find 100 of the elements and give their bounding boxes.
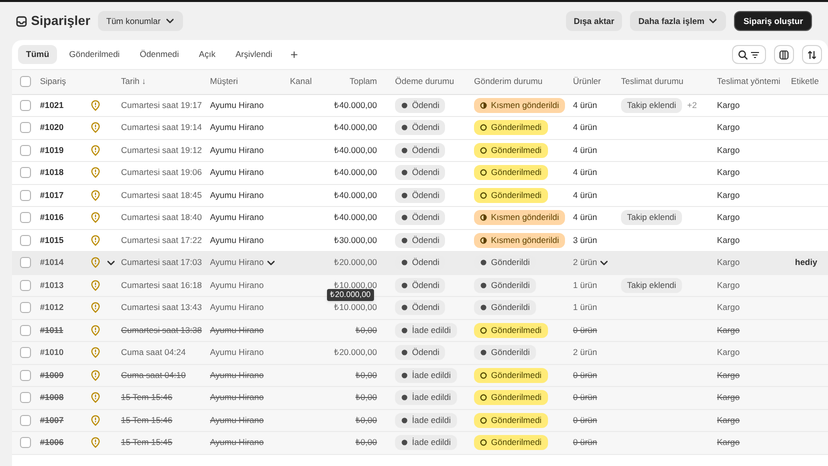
order-number[interactable]: #1019 bbox=[40, 144, 64, 155]
column-header[interactable]: Müşteri bbox=[210, 76, 238, 86]
more-actions-button[interactable]: Daha fazla işlem bbox=[630, 11, 726, 31]
order-number[interactable]: #1020 bbox=[40, 122, 64, 132]
table-row[interactable]: #1014 Cumartesi saat 17:03 Ayumu Hirano ₺20.000,00 Ödendi Gönderildi 2 ürün Kargo hediy bbox=[12, 252, 828, 274]
order-number[interactable]: #1008 bbox=[40, 392, 64, 402]
column-header[interactable]: Toplam bbox=[350, 76, 378, 86]
item-count: 2 ürün bbox=[573, 346, 598, 360]
delivery-method: Kargo bbox=[717, 190, 740, 200]
order-number[interactable]: #1016 bbox=[40, 212, 64, 222]
table-row[interactable]: #1016 Cumartesi saat 18:40 Ayumu Hirano ₺40.000,00 Ödendi Kısmen gönderildi 4 ürün Takip eklendi Kargo bbox=[12, 206, 828, 229]
filter-tab[interactable]: Gönderilmedi bbox=[61, 45, 128, 64]
row-checkbox[interactable] bbox=[20, 324, 31, 336]
order-number[interactable]: #1017 bbox=[40, 190, 64, 200]
delivery-method: Kargo bbox=[717, 324, 740, 335]
warning-pin-icon bbox=[91, 370, 100, 381]
filter-tab[interactable]: Arşivlendi bbox=[227, 45, 280, 64]
column-header[interactable]: Etiketle bbox=[791, 76, 819, 86]
row-checkbox[interactable] bbox=[20, 347, 31, 358]
dot-icon bbox=[401, 124, 408, 132]
table-row[interactable]: #1006 15 Tem 15:45 Ayumu Hirano ₺0,00 İade edildi Gönderilmedi 0 ürün Kargo bbox=[12, 432, 828, 454]
order-number[interactable]: #1014 bbox=[40, 257, 64, 268]
dot-icon bbox=[401, 236, 408, 244]
table-row[interactable]: #1015 Cumartesi saat 17:22 Ayumu Hirano ₺30.000,00 Ödendi Kısmen gönderildi 3 ürün Kargo bbox=[12, 229, 828, 252]
order-total: ₺0,00 bbox=[355, 370, 378, 380]
row-checkbox[interactable] bbox=[20, 167, 31, 178]
customer-name: Ayumu Hirano bbox=[210, 166, 264, 180]
column-header[interactable]: Ürünler bbox=[573, 76, 601, 86]
warning-pin-icon bbox=[91, 212, 100, 224]
empty-circle-icon bbox=[480, 192, 488, 199]
order-number[interactable]: #1012 bbox=[40, 302, 64, 312]
dot-icon bbox=[401, 439, 408, 446]
table-row[interactable]: #1009 Cuma saat 04:10 Ayumu Hirano ₺0,00 İade edildi Gönderilmedi 0 ürün Kargo bbox=[12, 364, 828, 386]
inbox-icon bbox=[16, 16, 27, 26]
order-number[interactable]: #1007 bbox=[40, 414, 64, 425]
table-row[interactable]: #1020 Cumartesi saat 19:14 Ayumu Hirano ₺40.000,00 Ödendi Gönderilmedi 4 ürün Kargo bbox=[12, 116, 828, 139]
column-header[interactable]: Gönderim durumu bbox=[474, 76, 543, 86]
customer-name: Ayumu Hirano bbox=[210, 121, 264, 134]
column-header[interactable]: Teslimat durumu bbox=[621, 76, 684, 86]
fulfillment-status-badge: Gönderilmedi bbox=[474, 322, 548, 338]
row-checkbox[interactable] bbox=[20, 302, 31, 314]
item-count[interactable]: 2 ürün bbox=[573, 256, 598, 270]
order-number[interactable]: #1011 bbox=[40, 324, 64, 335]
select-all-checkbox[interactable] bbox=[20, 76, 31, 88]
search-filter-button[interactable] bbox=[732, 45, 766, 64]
order-number[interactable]: #1018 bbox=[40, 167, 64, 178]
create-order-button[interactable]: Sipariş oluştur bbox=[734, 11, 812, 31]
export-button[interactable]: Dışa aktar bbox=[566, 11, 622, 31]
order-number[interactable]: #1021 bbox=[40, 100, 64, 110]
sort-button[interactable] bbox=[802, 45, 822, 64]
order-number[interactable]: #1009 bbox=[40, 370, 64, 380]
order-date: Cumartesi saat 18:40 bbox=[121, 212, 202, 222]
row-checkbox[interactable] bbox=[20, 280, 31, 291]
row-checkbox[interactable] bbox=[20, 370, 31, 381]
order-number[interactable]: #1015 bbox=[40, 234, 64, 245]
table-row[interactable]: #1018 Cumartesi saat 19:06 Ayumu Hirano ₺40.000,00 Ödendi Gönderilmedi 4 ürün Kargo bbox=[12, 162, 828, 184]
warning-pin-icon bbox=[91, 414, 100, 426]
column-header[interactable]: Kanal bbox=[290, 76, 312, 86]
filter-tab[interactable]: Açık bbox=[190, 45, 224, 64]
delivery-method: Kargo bbox=[717, 212, 740, 222]
customer-name[interactable]: Ayumu Hirano bbox=[210, 256, 264, 270]
payment-status-badge: Ödendi bbox=[395, 188, 446, 203]
table-row[interactable]: #1019 Cumartesi saat 19:12 Ayumu Hirano ₺40.000,00 Ödendi Gönderilmedi 4 ürün Kargo bbox=[12, 139, 828, 162]
column-header[interactable]: Tarih ↓ bbox=[121, 76, 146, 86]
add-tab-button[interactable]: + bbox=[284, 45, 304, 64]
fulfillment-status-badge: Gönderilmedi bbox=[474, 142, 548, 158]
table-row[interactable]: #1007 15 Tem 15:46 Ayumu Hirano ₺0,00 İade edildi Gönderilmedi 0 ürün Kargo bbox=[12, 409, 828, 432]
row-checkbox[interactable] bbox=[20, 437, 31, 448]
columns-button[interactable] bbox=[774, 45, 794, 64]
table-row[interactable]: #1017 Cumartesi saat 18:45 Ayumu Hirano ₺40.000,00 Ödendi Gönderilmedi 4 ürün Kargo bbox=[12, 184, 828, 206]
table-row[interactable]: #1021 Cumartesi saat 19:17 Ayumu Hirano ₺40.000,00 Ödendi Kısmen gönderildi 4 ürün Takip eklendi +2 Kargo bbox=[12, 94, 828, 116]
fulfillment-status-badge: Kısmen gönderildi bbox=[474, 210, 566, 226]
order-number[interactable]: #1006 bbox=[40, 437, 64, 448]
order-number[interactable]: #1013 bbox=[40, 280, 64, 290]
row-checkbox[interactable] bbox=[20, 100, 31, 111]
column-header[interactable]: Ödeme durumu bbox=[395, 76, 454, 86]
customer-name: Ayumu Hirano bbox=[210, 98, 264, 112]
row-checkbox[interactable] bbox=[20, 257, 31, 268]
row-checkbox[interactable] bbox=[20, 212, 31, 224]
row-checkbox[interactable] bbox=[20, 392, 31, 404]
filter-tab[interactable]: Ödenmedi bbox=[132, 45, 187, 64]
row-checkbox[interactable] bbox=[20, 190, 31, 201]
dot-icon bbox=[480, 349, 488, 356]
filter-tab[interactable]: Tümü bbox=[18, 45, 58, 64]
table-row[interactable]: #1011 Cumartesi saat 13:38 Ayumu Hirano ₺0,00 İade edildi Gönderilmedi 0 ürün Kargo bbox=[12, 319, 828, 342]
column-header[interactable]: Sipariş bbox=[40, 76, 66, 86]
order-total: ₺40.000,00 bbox=[334, 122, 378, 132]
delivery-method: Kargo bbox=[717, 167, 740, 178]
table-row[interactable]: #1010 Cuma saat 04:24 Ayumu Hirano ₺20.000,00 Ödendi Gönderildi 2 ürün Kargo bbox=[12, 342, 828, 364]
table-row[interactable]: #1012 Cumartesi saat 13:43 Ayumu Hirano ₺10.000,00 Ödendi Gönderildi 1 ürün Kargo bbox=[12, 296, 828, 319]
order-number[interactable]: #1010 bbox=[40, 347, 64, 358]
table-row[interactable]: #1008 15 Tem 15:46 Ayumu Hirano ₺0,00 İade edildi Gönderilmedi 0 ürün Kargo bbox=[12, 386, 828, 409]
column-header[interactable]: Teslimat yöntemi bbox=[717, 76, 780, 86]
fulfillment-status-badge: Gönderilmedi bbox=[474, 188, 548, 203]
row-checkbox[interactable] bbox=[20, 144, 31, 156]
row-checkbox[interactable] bbox=[20, 234, 31, 246]
location-dropdown[interactable]: Tüm konumlar bbox=[98, 11, 183, 31]
row-checkbox[interactable] bbox=[20, 414, 31, 426]
item-count: 4 ürün bbox=[573, 188, 598, 202]
row-checkbox[interactable] bbox=[20, 122, 31, 134]
